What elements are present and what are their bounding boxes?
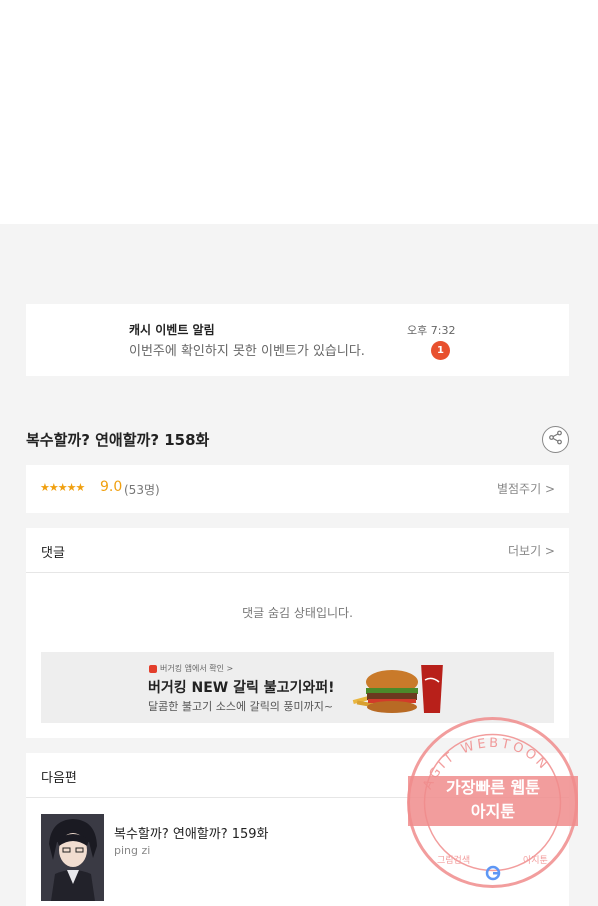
rating-count: (53명) (124, 483, 160, 497)
rating-card: ★★★★★ 9.0 (53명) 별점주기 > (26, 465, 569, 513)
watermark-bottom-right: 아지툰 (523, 855, 548, 866)
watermark-banner: 가장빠른 웹툰 아지툰 (408, 776, 578, 826)
next-episode-author: ping zi (114, 844, 151, 857)
notification-time: 오후 7:32 (407, 324, 456, 337)
comments-more-button[interactable]: 더보기 > (508, 542, 555, 559)
comments-header: 댓글 더보기 > (26, 528, 569, 573)
burger-king-logo-icon (149, 664, 157, 673)
notification-body: 이번주에 확인하지 못한 이벤트가 있습니다. (129, 344, 365, 359)
ad-headline: 버거킹 NEW 갈릭 불고기와퍼! (148, 680, 335, 696)
ad-subtext: 달콤한 불고기 소스에 갈릭의 풍미까지~ (148, 700, 334, 713)
comments-hidden-message: 댓글 숨김 상태입니다. (242, 606, 353, 620)
character-portrait-icon (41, 814, 104, 901)
rating-score: 9.0 (100, 479, 123, 495)
ad-source: 버거킹 앱에서 확인 > (149, 663, 233, 674)
google-logo-icon (485, 865, 501, 881)
content-area-top (0, 0, 598, 224)
rating-stars: ★★★★★ (40, 481, 85, 494)
comments-card: 댓글 더보기 > 댓글 숨김 상태입니다. 버거킹 앱에서 확인 > 버거킹 N… (26, 528, 569, 738)
watermark-line1: 가장빠른 웹툰 (446, 778, 540, 797)
next-episode-section-title: 다음편 (41, 771, 77, 786)
share-icon (548, 430, 563, 449)
next-episode-thumbnail[interactable] (41, 814, 104, 901)
notification-badge: 1 (431, 341, 450, 360)
comments-title: 댓글 (41, 546, 65, 561)
watermark-line2: 아지툰 (470, 802, 516, 821)
share-button[interactable] (542, 426, 569, 453)
notification-title: 캐시 이벤트 알림 (129, 323, 215, 337)
next-episode-title[interactable]: 복수할까? 연애할까? 159화 (114, 823, 269, 842)
burger-image-icon (352, 661, 443, 713)
watermark-bottom-left: 그림검색 (437, 854, 470, 866)
episode-title: 복수할까? 연애할까? 158화 (26, 431, 210, 449)
ad-source-text: 버거킹 앱에서 확인 > (160, 664, 234, 673)
notification-card[interactable]: 캐시 이벤트 알림 이번주에 확인하지 못한 이벤트가 있습니다. 오후 7:3… (26, 304, 569, 376)
rate-button[interactable]: 별점주기 > (497, 480, 555, 497)
ad-banner[interactable]: 버거킹 앱에서 확인 > 버거킹 NEW 갈릭 불고기와퍼! 달콤한 불고기 소… (41, 652, 554, 723)
